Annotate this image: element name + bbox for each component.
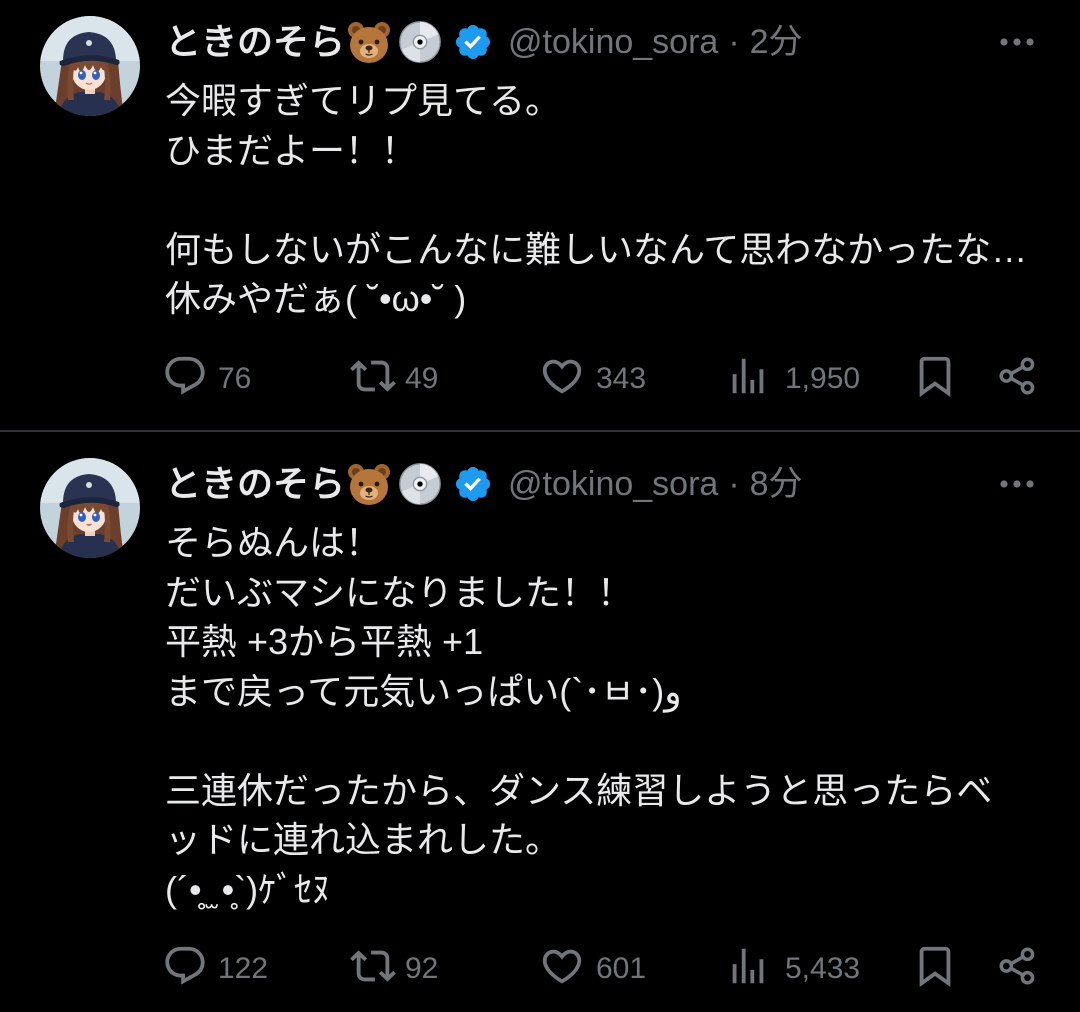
like-count: 343 (596, 361, 647, 395)
tweet-text-line: (´•̥ ̫ •̥`)ｹﾞｾﾇ (165, 868, 331, 910)
views-count: 5,433 (785, 952, 861, 985)
tweet-text-line: 何もしないがこんなに難しいなんて思わなかったな… (165, 228, 1028, 270)
timestamp[interactable]: 8分 (750, 465, 803, 503)
tweet-text-line: 三連休だったから、ダンス練習しようと思ったらベ (165, 769, 993, 811)
views-icon (732, 358, 764, 393)
tweet-text-line: だいぶマシになりました！！ (165, 571, 634, 613)
action-bar: 122 92 601 5,433 (165, 942, 1045, 990)
views-button[interactable]: 5,433 (725, 942, 860, 990)
like-icon (542, 359, 582, 394)
avatar-image (40, 16, 140, 116)
bookmark-button[interactable] (912, 942, 958, 990)
share-button[interactable] (996, 942, 1038, 990)
verified-badge-icon[interactable] (453, 464, 493, 504)
optical-disc-emoji-icon (399, 463, 441, 505)
tweet-text: そらぬんは！ だいぶマシになりました！！ 平熱 +3から平熱 +1 まで戻って元… (165, 518, 1045, 914)
share-icon (999, 356, 1035, 395)
bookmark-icon (919, 946, 951, 987)
repost-count: 49 (405, 361, 439, 395)
reply-button[interactable]: 76 (162, 352, 251, 400)
views-icon (732, 948, 764, 984)
more-options-button[interactable] (995, 22, 1039, 62)
tweet-text-line: まで戻って元気いっぱい(`･ㅂ･)و (165, 670, 682, 712)
handle-and-time: @tokino_sora · 8分 (508, 460, 803, 508)
tweet-text-line (165, 175, 1045, 225)
views-count: 1,950 (785, 361, 861, 395)
tweet-header: ときのそら (165, 460, 1045, 508)
handle-and-time: @tokino_sora · 2分 (508, 18, 803, 66)
tweet-content: ときのそら (165, 18, 1045, 400)
tweet-text-line: 休みやだぁ( ˘•ω•˘ ) (165, 278, 467, 319)
tweet-text-line: 平熱 +3から平熱 +1 (165, 621, 484, 662)
reply-count: 76 (218, 361, 252, 395)
bear-face-emoji-icon (348, 464, 391, 505)
separator-dot: · (728, 23, 740, 61)
reply-button[interactable]: 122 (162, 942, 268, 990)
avatar[interactable] (40, 458, 140, 558)
tweet-text-line (165, 716, 1045, 766)
tweet-text-line: 今暇すぎてリプ見てる。 (165, 80, 562, 121)
optical-disc-emoji-icon (399, 21, 441, 63)
author-handle[interactable]: @tokino_sora (508, 465, 718, 503)
bookmark-icon (919, 356, 951, 397)
avatar-image (40, 458, 140, 558)
bear-face-emoji-icon (348, 22, 391, 63)
repost-button[interactable]: 92 (350, 942, 438, 990)
tweet-header: ときのそら (165, 18, 1045, 66)
action-bar: 76 49 343 1,950 (165, 352, 1045, 400)
tweet-text-line: そらぬんは！ (165, 522, 382, 563)
repost-count: 92 (405, 952, 439, 985)
repost-icon (350, 359, 396, 392)
tweet-divider (0, 430, 1080, 432)
author-name[interactable]: ときのそら (165, 18, 345, 66)
more-options-button[interactable] (995, 464, 1039, 504)
views-button[interactable]: 1,950 (725, 352, 860, 400)
tweet-content: ときのそら (165, 460, 1045, 990)
like-count: 601 (596, 952, 647, 985)
like-button[interactable]: 343 (539, 352, 646, 400)
tweet-text: 今暇すぎてリプ見てる。 ひまだよー！！ 何もしないがこんなに難しいなんて思わなか… (165, 76, 1045, 324)
tweet-text-line: ッドに連れ込まれした。 (165, 819, 562, 860)
separator-dot: · (728, 465, 740, 503)
repost-button[interactable]: 49 (350, 352, 438, 400)
timestamp[interactable]: 2分 (750, 23, 803, 61)
bookmark-button[interactable] (912, 352, 958, 400)
avatar[interactable] (40, 16, 140, 116)
reply-icon (165, 356, 205, 395)
like-button[interactable]: 601 (539, 942, 646, 990)
share-button[interactable] (996, 352, 1038, 400)
tweet-text-line: ひまだよー！！ (165, 129, 418, 171)
more-icon (1000, 480, 1034, 488)
author-name[interactable]: ときのそら (165, 460, 345, 508)
like-icon (542, 949, 582, 984)
more-icon (1000, 38, 1034, 46)
reply-icon (165, 946, 205, 985)
repost-icon (350, 950, 396, 982)
verified-badge-icon[interactable] (453, 22, 493, 62)
author-handle[interactable]: @tokino_sora (508, 23, 718, 61)
share-icon (999, 947, 1035, 985)
reply-count: 122 (218, 952, 269, 985)
